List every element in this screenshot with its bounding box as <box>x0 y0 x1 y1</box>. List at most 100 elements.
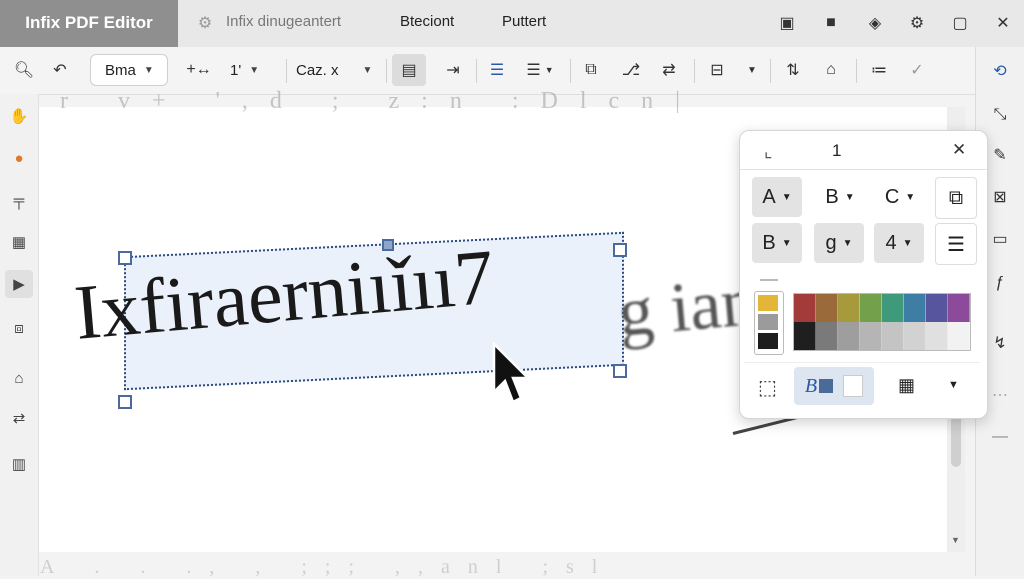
tag-icon[interactable]: ◈ <box>862 10 888 36</box>
filter-icon[interactable]: ⋯ <box>986 381 1014 409</box>
list-icon[interactable]: ☰ ▼ <box>520 56 560 84</box>
indent-icon[interactable]: ⇥ <box>440 56 466 84</box>
close-icon[interactable]: ✕ <box>952 140 966 160</box>
palette-color-cell[interactable] <box>948 294 970 322</box>
resize-icon[interactable]: ⤡ <box>986 101 1014 129</box>
structure-icon[interactable]: ⊟ <box>702 56 732 84</box>
adjust-icon[interactable]: ⇄ <box>656 56 682 84</box>
palette-color-cell[interactable] <box>816 294 838 322</box>
tab-selection[interactable]: Bteciont <box>400 13 454 30</box>
palette-color-cell[interactable] <box>904 294 926 322</box>
resize-handle[interactable] <box>613 243 627 257</box>
window-restore-icon[interactable]: ▢ <box>947 10 973 36</box>
font-name-value: Bma <box>105 61 136 79</box>
text-style-c-button[interactable]: C ▼ <box>876 177 924 217</box>
copy-style-icon[interactable]: ⧉ <box>935 177 977 219</box>
bold-label: B <box>762 231 776 254</box>
crop-box-icon[interactable]: ⊠ <box>986 183 1014 211</box>
palette-color-cell[interactable] <box>794 294 816 322</box>
function-icon[interactable]: ƒ <box>986 269 1014 297</box>
popup-divider <box>740 169 987 170</box>
font-size-dropdown[interactable]: 1' ▼ <box>230 54 280 86</box>
undo-icon[interactable]: ↶ <box>46 56 74 84</box>
palette-color-cell[interactable] <box>860 294 882 322</box>
palette-color-cell[interactable] <box>860 322 882 350</box>
text-box-icon[interactable]: ▤ <box>392 54 426 86</box>
swatch-gray[interactable] <box>758 314 778 330</box>
style-value: Caz. x <box>296 61 339 79</box>
pen-icon[interactable]: ✎ <box>986 141 1014 169</box>
frame-icon[interactable]: ▥ <box>5 450 33 478</box>
zoom-icon[interactable]: 🔍︎ <box>10 56 38 84</box>
close-icon[interactable]: ✕ <box>990 10 1016 36</box>
replace-icon[interactable]: ⇅ <box>780 56 806 84</box>
layers-icon[interactable]: ⧈ <box>5 314 33 342</box>
format-popup: ⌞ 1 ✕ A ▼ B ▼ C ▼ ⧉ B ▼ g ▼ 4 ▼ ☰ ⬚ B ▦ ▼ <box>739 130 988 419</box>
glyph-button[interactable]: g ▼ <box>814 223 864 263</box>
style-dropdown[interactable]: Caz. x ▼ <box>296 54 376 86</box>
palette-color-cell[interactable] <box>794 322 816 350</box>
minus-icon[interactable]: — <box>986 423 1014 451</box>
chevron-down-icon: ▼ <box>781 191 792 203</box>
palette-color-cell[interactable] <box>816 322 838 350</box>
color-palette[interactable] <box>793 293 971 351</box>
scroll-down-icon[interactable]: ▼ <box>951 535 960 545</box>
refresh-icon[interactable]: ⟲ <box>986 57 1014 85</box>
gesture-icon[interactable]: ↯ <box>986 329 1014 357</box>
resize-handle[interactable] <box>118 251 132 265</box>
toolbar-divider <box>570 59 571 83</box>
settings-gear-icon[interactable]: ⚙ <box>904 10 930 36</box>
option-b-label: B <box>825 185 839 208</box>
palette-color-cell[interactable] <box>882 294 904 322</box>
back-icon[interactable]: ⌞ <box>764 141 772 162</box>
link-icon[interactable]: ⎇ <box>618 56 644 84</box>
palette-color-cell[interactable] <box>838 322 860 350</box>
check-icon[interactable]: ✓ <box>904 56 930 84</box>
clipboard-icon[interactable]: ▣ <box>774 10 800 36</box>
swatch-black[interactable] <box>758 333 778 349</box>
color-picker-icon[interactable]: ● <box>5 144 33 172</box>
tab-document[interactable]: Infix dinugeantert <box>226 13 341 30</box>
chevron-down-icon: ▼ <box>842 237 853 249</box>
chevron-down-icon[interactable]: ▼ <box>948 379 959 391</box>
chevron-down-icon[interactable]: ▼ <box>742 56 762 84</box>
swatch-gold[interactable] <box>758 295 778 311</box>
text-mode-toggle[interactable]: B <box>794 367 874 405</box>
page-icon[interactable]: ⬚ <box>758 375 777 400</box>
left-tool-sidebar: ✋ ● ╤ ▦ ▶ ⧈ ⌂ ⇄ ▥ <box>0 94 39 576</box>
rotate-handle[interactable] <box>382 239 394 251</box>
grid-view-icon[interactable]: ▦ <box>898 375 915 396</box>
play-icon[interactable]: ▶ <box>5 270 33 298</box>
resize-handle[interactable] <box>613 364 627 378</box>
home-icon[interactable]: ⌂ <box>5 364 33 392</box>
pages-icon[interactable]: ▦ <box>5 228 33 256</box>
palette-color-cell[interactable] <box>948 322 970 350</box>
shuffle-icon[interactable]: ⇄ <box>5 404 33 432</box>
text-style-a-button[interactable]: A ▼ <box>752 177 802 217</box>
palette-color-cell[interactable] <box>926 294 948 322</box>
current-color-swatches[interactable] <box>754 291 784 355</box>
size-button[interactable]: 4 ▼ <box>874 223 924 263</box>
checklist-icon[interactable]: ≔ <box>866 56 892 84</box>
palette-color-cell[interactable] <box>838 294 860 322</box>
settings-icon[interactable]: ⚙ <box>192 10 218 36</box>
crop-icon[interactable]: ⧉ <box>578 56 604 84</box>
palette-color-cell[interactable] <box>882 322 904 350</box>
tab-pattern[interactable]: Puttert <box>502 13 546 30</box>
monitor-icon[interactable]: ▭ <box>986 225 1014 253</box>
bold-button[interactable]: B ▼ <box>752 223 802 263</box>
font-name-dropdown[interactable]: Bma ▼ <box>90 54 168 86</box>
stamp-icon[interactable]: ⌂ <box>818 56 844 84</box>
palette-color-cell[interactable] <box>904 322 926 350</box>
palette-color-cell[interactable] <box>926 322 948 350</box>
text-style-b-button[interactable]: B ▼ <box>816 177 864 217</box>
ruler-icon[interactable]: ╤ <box>5 186 33 214</box>
justify-icon[interactable]: ☰ <box>935 223 977 265</box>
fill-color-icon <box>819 379 834 393</box>
align-icon[interactable]: ☰ <box>484 56 510 84</box>
spacing-icon[interactable]: +↔ <box>184 56 214 84</box>
resize-handle[interactable] <box>118 395 132 409</box>
hand-tool-icon[interactable]: ✋ <box>5 102 33 130</box>
glyph-label: g <box>825 231 837 254</box>
save-icon[interactable]: ■ <box>818 10 844 36</box>
